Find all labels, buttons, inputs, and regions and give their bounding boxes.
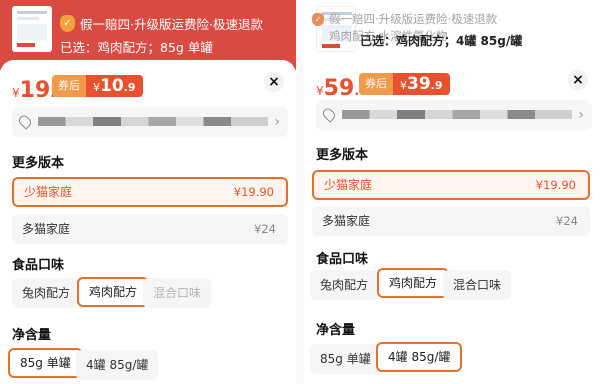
guarantee-text: 假一赔四·升级版运费险·极速退款 [329,12,498,26]
flavor-option-chicken[interactable]: 鸡肉配方 [77,277,150,307]
coupon-tag: 券后 [359,73,393,95]
spec-sheet: ¥19.9 券后 ¥10.9 × › 更多版本 少猫家庭 ¥19.90 多猫家庭… [0,60,296,384]
address-bar[interactable]: › [316,100,592,130]
flavor-option-rabbit[interactable]: 兔肉配方 [310,270,379,300]
flavor-option-mixed[interactable]: 混合口味 [443,270,512,300]
close-icon[interactable]: × [568,70,588,90]
coupon-tag: 券后 [52,75,86,97]
chevron-right-icon: › [274,114,280,130]
section-title-net: 净含量 [316,323,356,338]
net-option-four[interactable]: 4罐 85g/罐 [76,350,159,380]
left-panel: ✓ 假一赔四·升级版运费险·极速退款 已选：鸡肉配方；85g 单罐 ¥19.9 … [0,0,296,384]
version-option-small[interactable]: 少猫家庭 ¥19.90 [312,170,590,200]
shield-icon: ✓ [60,15,75,32]
right-panel: ✓ 假一赔四·升级版运费险·极速退款 鸡肉配方·水溶性氯化物 已选：鸡肉配方；4… [304,0,600,384]
version-option-small[interactable]: 少猫家庭 ¥19.90 [12,177,288,207]
spec-sheet: ¥59.9 券后 ¥39.9 × › 更多版本 少猫家庭 ¥19.90 多猫家庭… [304,58,600,382]
section-title-versions: 更多版本 [12,156,65,171]
location-pin-icon [16,113,34,130]
selected-spec: 已选：鸡肉配方；4罐 85g/罐 [360,34,523,48]
location-pin-icon [320,106,338,123]
guarantee-text: 假一赔四·升级版运费险·极速退款 [80,17,263,32]
section-title-flavor: 食品口味 [316,252,369,267]
shield-icon: ✓ [312,13,324,26]
net-option-four[interactable]: 4罐 85g/罐 [376,342,463,372]
selected-spec: 已选：鸡肉配方；85g 单罐 [60,40,213,55]
chevron-right-icon: › [578,107,584,123]
close-icon[interactable]: × [264,72,284,92]
blurred-address [38,117,268,126]
product-thumbnail[interactable] [12,6,52,52]
flavor-option-rabbit[interactable]: 兔肉配方 [12,278,81,308]
section-title-versions: 更多版本 [316,148,369,163]
coupon-price-badge: 券后 ¥39.9 [359,73,450,95]
net-option-single[interactable]: 85g 单罐 [310,344,381,374]
version-option-multi[interactable]: 多猫家庭 ¥24 [12,214,288,244]
section-title-net: 净含量 [12,328,52,343]
flavor-option-chicken[interactable]: 鸡肉配方 [377,268,450,298]
panel-divider [296,0,304,384]
address-bar[interactable]: › [12,107,288,137]
section-title-flavor: 食品口味 [12,258,65,273]
blurred-address [342,110,572,119]
version-option-multi[interactable]: 多猫家庭 ¥24 [312,206,590,236]
flavor-option-mixed[interactable]: 混合口味 [143,278,212,308]
net-option-single[interactable]: 85g 单罐 [8,348,83,378]
coupon-price-badge: 券后 ¥10.9 [52,75,143,97]
